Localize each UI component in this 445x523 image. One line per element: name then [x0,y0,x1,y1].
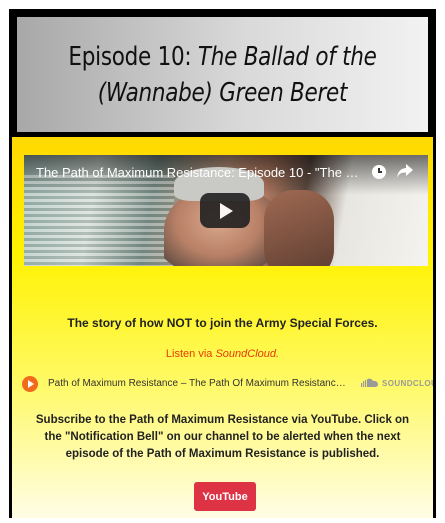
subscribe-text: Subscribe to the Path of Maximum Resista… [35,414,410,460]
video-thumbnail-arm [264,190,334,266]
play-icon[interactable] [200,193,250,228]
soundcloud-play-icon[interactable] [22,376,38,392]
clock-icon[interactable] [372,165,386,179]
title-prefix: Episode 10: [68,41,198,72]
share-icon[interactable] [396,163,414,179]
listen-via-line: Listen via SoundCloud. [12,348,433,360]
video-embed[interactable]: The Path of Maximum Resistance: Episode … [24,155,428,266]
soundcloud-track-title[interactable]: Path of Maximum Resistance – The Path Of… [48,378,348,389]
soundcloud-brand[interactable]: SOUNDCLOUD [382,379,433,388]
soundcloud-player: Path of Maximum Resistance – The Path Of… [22,374,433,394]
page-frame: Episode 10: The Ballad of the (Wannabe) … [9,9,436,518]
soundcloud-link[interactable]: SoundCloud. [215,348,279,360]
youtube-button[interactable]: YouTube [194,482,256,511]
video-title[interactable]: The Path of Maximum Resistance: Episode … [36,165,366,180]
page-title: Episode 10: The Ballad of the (Wannabe) … [33,39,411,111]
episode-tagline: The story of how NOT to join the Army Sp… [67,316,378,330]
video-thumbnail-window [24,175,174,266]
soundcloud-logo-icon [361,378,378,387]
episode-title-box: Episode 10: The Ballad of the (Wannabe) … [12,12,433,137]
listen-prefix: Listen via [165,348,216,360]
